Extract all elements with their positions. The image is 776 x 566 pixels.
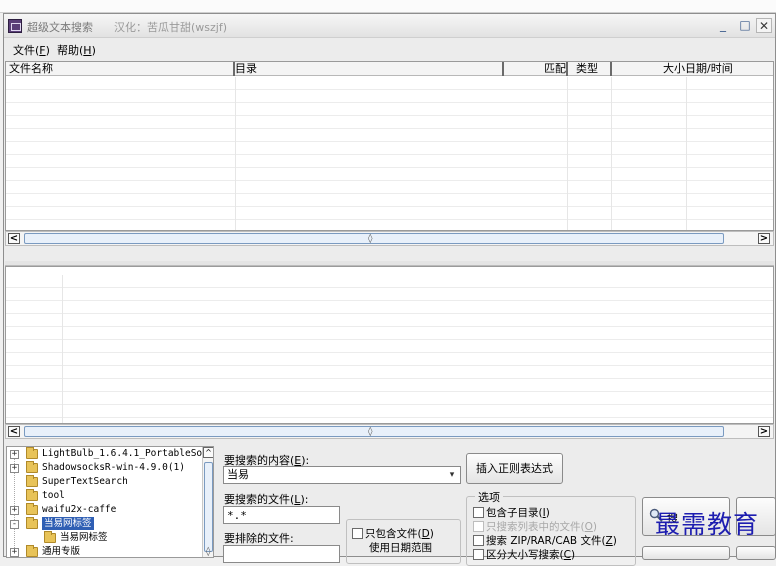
scroll-up-arrow[interactable]: ^ [203, 447, 213, 458]
tree-item[interactable]: + waifu2x-caffe [7, 503, 202, 517]
folder-icon [26, 503, 38, 515]
scroll-grip-icon: ◊ [368, 234, 373, 244]
folder-icon [44, 531, 56, 543]
menu-file[interactable]: 文件(F) [13, 42, 50, 58]
app-icon [8, 19, 22, 33]
folder-icon [26, 545, 38, 557]
scroll-grip-icon: ◊ [206, 547, 211, 557]
col-type[interactable]: 类型 [566, 62, 610, 76]
folder-icon [26, 461, 38, 473]
preview-rows [6, 275, 773, 423]
menu-help[interactable]: 帮助(H) [57, 42, 96, 58]
tree-item-label: SuperTextSearch [42, 476, 128, 487]
chevron-down-icon[interactable]: ▾ [445, 468, 459, 482]
search-zip-checkbox[interactable]: 搜索 ZIP/RAR/CAB 文件(Z) [473, 535, 617, 548]
date-filter-group: 只包含文件(D) 使用日期范围 [346, 519, 461, 564]
search-file-input[interactable] [223, 506, 340, 524]
options-title: 选项 [475, 489, 503, 505]
scroll-thumb[interactable]: ◊ [24, 426, 724, 437]
app-window: 超级文本搜索 汉化：苦瓜甘甜(wszjf) _ □ ✕ 文件(F) 帮助(H) … [3, 13, 776, 566]
tree-item[interactable]: tool [7, 489, 202, 503]
folder-tree[interactable]: + LightBulb_1.6.4.1_PortableSof + Shadow… [6, 446, 214, 558]
results-hscrollbar[interactable]: < ◊ > [5, 231, 774, 246]
expand-icon[interactable]: + [10, 506, 19, 515]
checkbox-box[interactable] [473, 535, 484, 546]
checkbox-box[interactable] [473, 549, 484, 560]
col-datetime[interactable]: 日期/时间 [685, 62, 773, 76]
col-directory[interactable]: 目录 [233, 62, 503, 76]
col-match[interactable]: 匹配 [502, 62, 566, 76]
search-content-value: 当易 [227, 468, 249, 481]
scroll-right-arrow[interactable]: > [758, 233, 770, 244]
tree-item-selected[interactable]: - 当易网标签 [7, 517, 202, 531]
folder-icon [26, 447, 38, 459]
col-divider [611, 77, 612, 230]
insert-regex-button[interactable]: 插入正则表达式 [466, 453, 563, 484]
col-divider [567, 77, 568, 230]
collapse-icon[interactable]: - [10, 520, 19, 529]
preview-list[interactable] [5, 266, 774, 424]
menu-bar: 文件(F) 帮助(H) [4, 39, 775, 59]
scroll-grip-icon: ◊ [368, 427, 373, 437]
top-strip [0, 0, 776, 13]
tree-item[interactable]: SuperTextSearch [7, 475, 202, 489]
checkbox-box[interactable] [473, 507, 484, 518]
include-subdirs-checkbox[interactable]: 包含子目录(I) [473, 507, 550, 520]
tree-item-label: 通用专版 [42, 546, 81, 557]
checkbox-box[interactable] [352, 528, 363, 539]
checkbox-box [473, 521, 484, 532]
scroll-left-arrow[interactable]: < [8, 233, 20, 244]
tree-item-label: tool [42, 490, 65, 501]
tree-item[interactable]: + ShadowsocksR-win-4.9.0(1) [7, 461, 202, 475]
results-header: 文件名称 目录 匹配 类型 大小 日期/时间 [6, 62, 773, 76]
tree-vscrollbar[interactable]: ^ ◊ [202, 447, 213, 557]
folder-icon [26, 489, 38, 501]
preview-gutter [62, 275, 63, 423]
tree-item-label: waifu2x-caffe [42, 504, 117, 515]
results-rows [6, 77, 773, 230]
folder-open-icon [26, 517, 38, 529]
maximize-button[interactable]: □ [737, 18, 753, 33]
scroll-thumb[interactable]: ◊ [204, 462, 213, 557]
use-date-range-label: 使用日期范围 [369, 542, 432, 554]
exclude-file-input[interactable] [223, 545, 340, 563]
window-title-credit: 汉化：苦瓜甘甜(wszjf) [114, 21, 228, 34]
watermark-text: 最需教育 [655, 510, 760, 539]
col-size[interactable]: 大小 [610, 62, 685, 76]
scroll-right-arrow[interactable]: > [758, 426, 770, 437]
tree-item[interactable]: + 通用专版 [7, 545, 202, 557]
title-bar[interactable]: 超级文本搜索 汉化：苦瓜甘甜(wszjf) _ □ ✕ [4, 14, 775, 38]
col-filename[interactable]: 文件名称 [9, 62, 229, 76]
tree-item-label: 当易网标签 [42, 517, 94, 530]
lower-button-right[interactable] [736, 546, 776, 560]
minimize-button[interactable]: _ [715, 18, 731, 33]
results-list[interactable]: 文件名称 目录 匹配 类型 大小 日期/时间 [5, 61, 774, 231]
expand-icon[interactable]: + [10, 450, 19, 459]
options-group: 选项 包含子目录(I) 只搜索列表中的文件(O) 搜索 ZIP/RAR/CAB … [466, 489, 636, 566]
tree-item-label: ShadowsocksR-win-4.9.0(1) [42, 462, 185, 473]
only-search-list-checkbox: 只搜索列表中的文件(O) [473, 521, 597, 534]
window-title: 超级文本搜索 [27, 21, 93, 34]
col-divider [686, 77, 687, 230]
only-files-checkbox[interactable]: 只包含文件(D) [352, 528, 434, 541]
tree-item-label: LightBulb_1.6.4.1_PortableSof [42, 448, 208, 459]
expand-icon[interactable]: + [10, 548, 19, 557]
tree-item[interactable]: + LightBulb_1.6.4.1_PortableSof [7, 447, 208, 461]
search-content-combo[interactable]: 当易 ▾ [223, 466, 461, 484]
tree-item[interactable]: 当易网标签 [7, 531, 202, 545]
close-button[interactable]: ✕ [756, 18, 772, 33]
folder-icon [26, 475, 38, 487]
exclude-file-label: 要排除的文件: [224, 532, 294, 545]
lower-button-left[interactable] [642, 546, 730, 560]
case-sensitive-checkbox[interactable]: 区分大小写搜索(C) [473, 549, 575, 562]
scroll-thumb[interactable]: ◊ [24, 233, 724, 244]
tree-item-label: 当易网标签 [60, 532, 108, 543]
search-file-label: 要搜索的文件(L): [224, 493, 309, 506]
expand-icon[interactable]: + [10, 464, 19, 473]
preview-hscrollbar[interactable]: < ◊ > [5, 424, 774, 439]
scroll-left-arrow[interactable]: < [8, 426, 20, 437]
col-divider [235, 77, 236, 230]
